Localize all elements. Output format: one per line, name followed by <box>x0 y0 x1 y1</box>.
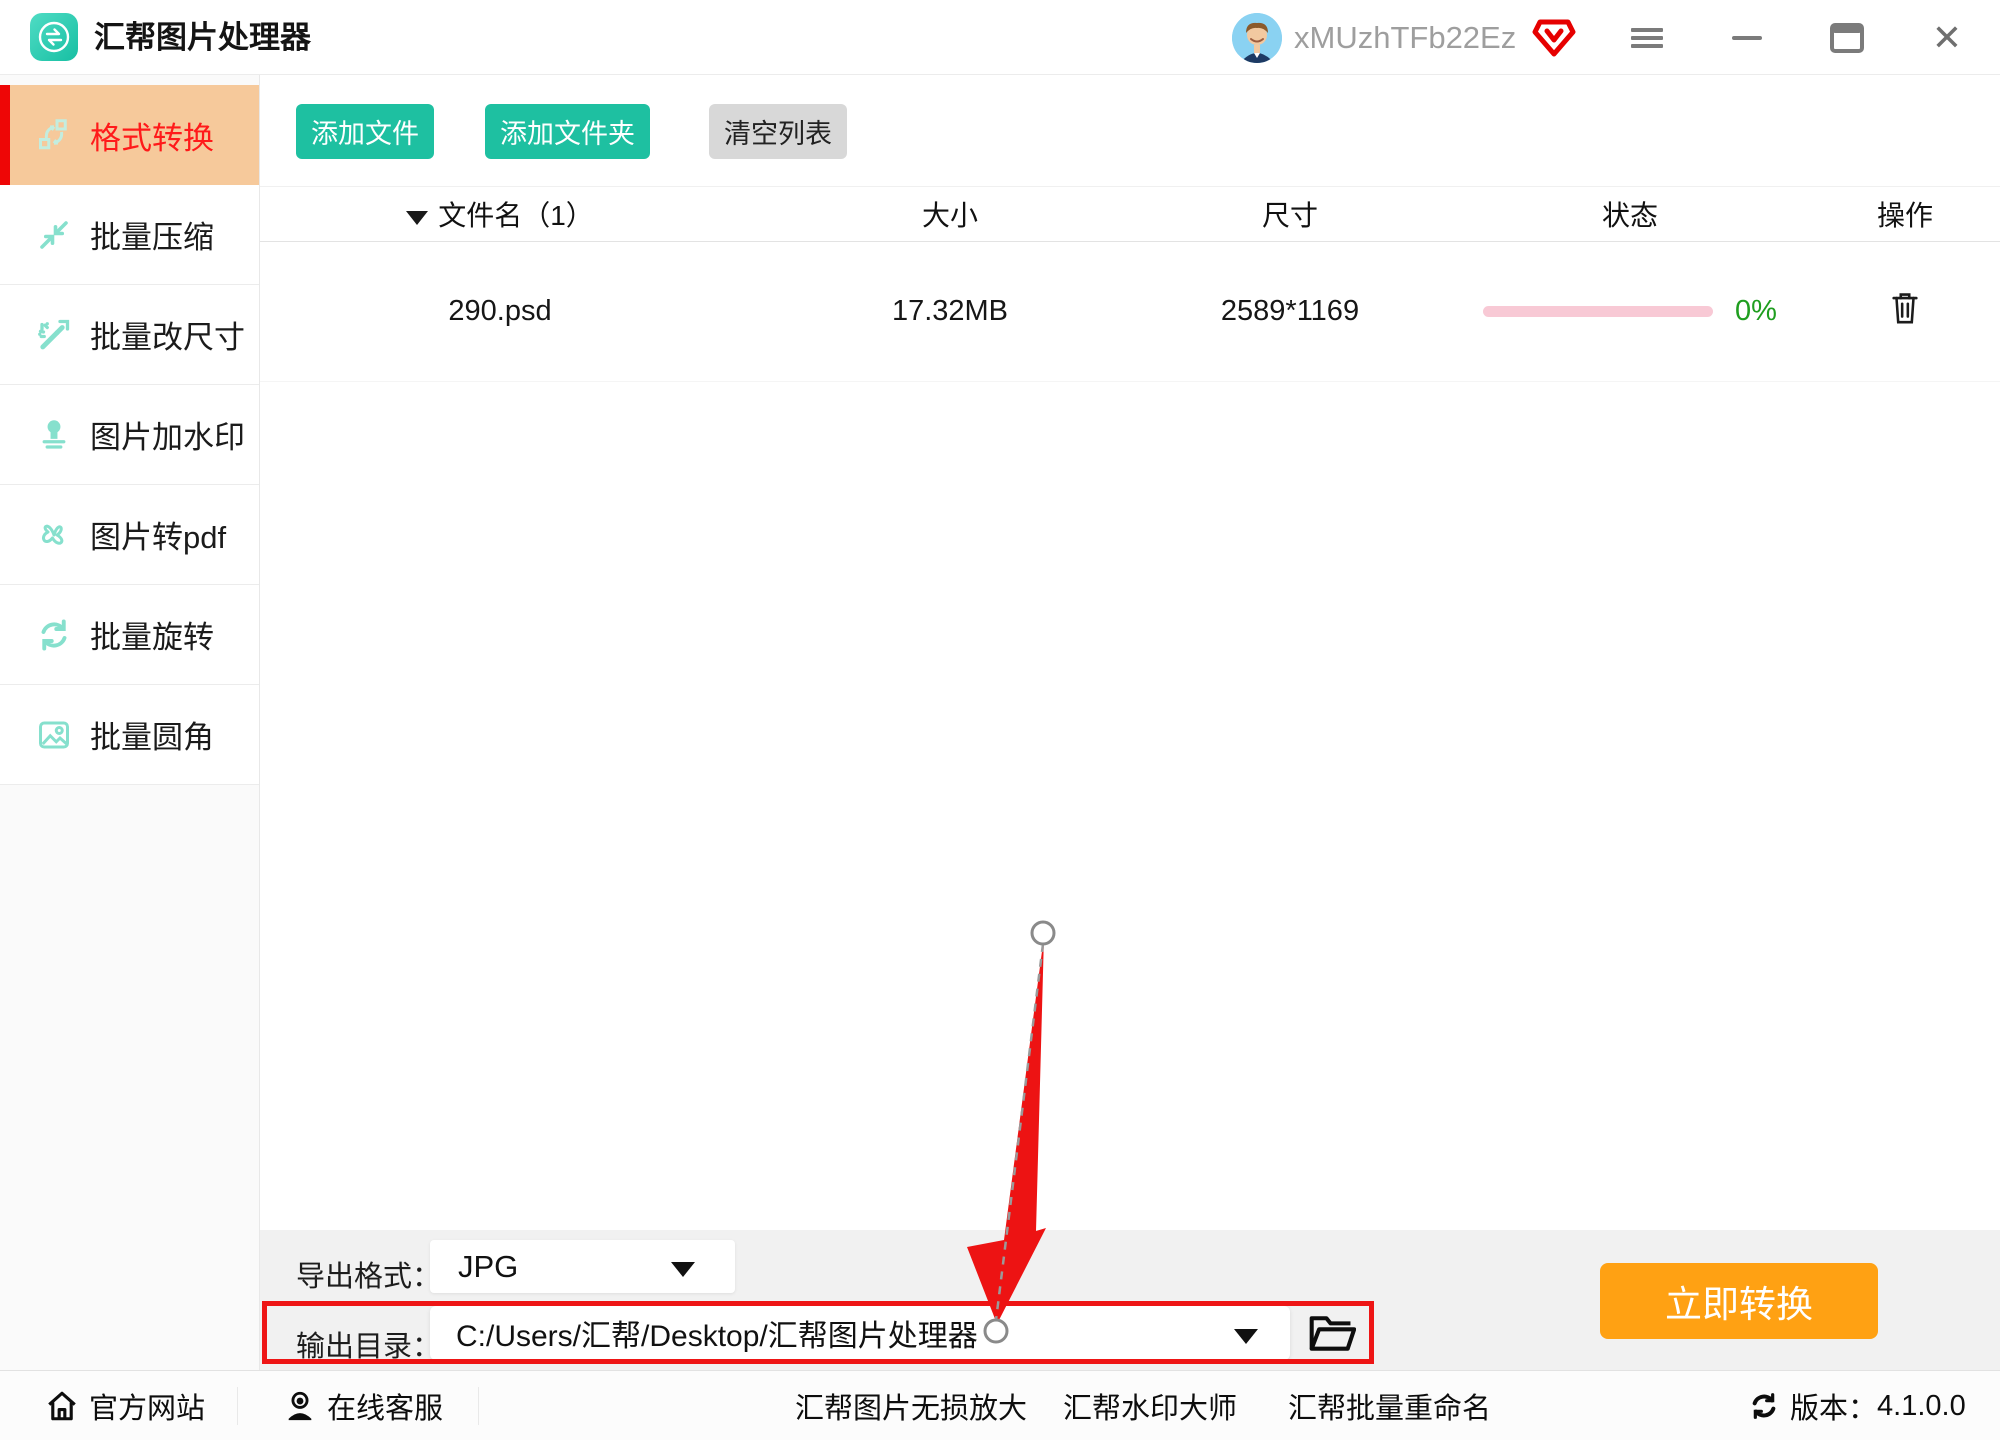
sidebar-item-label: 批量旋转 <box>90 612 214 657</box>
file-list-panel: 添加文件 添加文件夹 清空列表 文件名（1） 大小 尺寸 状态 操作 290.p… <box>260 75 2000 1230</box>
footer-link-lossless-enlarge[interactable]: 汇帮图片无损放大 <box>795 1371 1027 1440</box>
chevron-down-icon <box>1234 1329 1258 1344</box>
title-bar: 汇帮图片处理器 xMUzhTFb22Ez ✕ <box>0 0 2000 75</box>
official-website-link[interactable]: 官方网站 <box>45 1371 205 1440</box>
column-header-action: 操作 <box>1840 194 2000 234</box>
sidebar-item-batch-compress[interactable]: 批量压缩 <box>0 185 259 285</box>
chevron-down-icon <box>671 1262 695 1277</box>
table-header: 文件名（1） 大小 尺寸 状态 操作 <box>260 186 2000 242</box>
footer-link-watermark-master[interactable]: 汇帮水印大师 <box>1063 1371 1237 1440</box>
cell-status: 0% <box>1420 295 1840 328</box>
column-header-dimensions: 尺寸 <box>1160 194 1420 234</box>
trash-icon <box>1888 315 1922 330</box>
maximize-icon[interactable] <box>1812 0 1882 75</box>
sidebar-item-label: 图片加水印 <box>90 412 245 457</box>
progress-bar <box>1483 306 1713 317</box>
footer-link-batch-rename[interactable]: 汇帮批量重命名 <box>1288 1371 1491 1440</box>
table-row: 290.psd 17.32MB 2589*1169 0% <box>260 242 2000 382</box>
clear-list-button[interactable]: 清空列表 <box>709 104 847 159</box>
sidebar-item-format-convert[interactable]: 格式转换 <box>0 85 259 185</box>
folder-icon <box>1308 1341 1356 1356</box>
sidebar-item-image-to-pdf[interactable]: 图片转pdf <box>0 485 259 585</box>
column-header-size: 大小 <box>740 194 1160 234</box>
output-directory-label: 输出目录： <box>296 1323 441 1365</box>
vip-badge-icon[interactable] <box>1532 19 1576 62</box>
pdf-icon <box>36 517 72 553</box>
version-label: 版本： <box>1790 1385 1877 1427</box>
compress-icon <box>36 217 72 253</box>
online-service-link[interactable]: 在线客服 <box>283 1371 443 1440</box>
sidebar: 格式转换 批量压缩 批量改尺寸 图片加水印 <box>0 75 260 1370</box>
add-folder-button[interactable]: 添加文件夹 <box>485 104 650 159</box>
footer: 官方网站 在线客服 汇帮图片无损放大 汇帮水印大师 汇帮批量重命名 版本： 4.… <box>0 1370 2000 1440</box>
export-format-value: JPG <box>458 1249 518 1285</box>
column-header-status: 状态 <box>1420 194 1840 234</box>
export-format-select[interactable]: JPG <box>430 1240 735 1293</box>
app-logo-icon <box>30 13 78 61</box>
cell-dimensions: 2589*1169 <box>1160 295 1420 328</box>
rounded-image-icon <box>36 717 72 753</box>
sidebar-item-batch-rounded[interactable]: 批量圆角 <box>0 685 259 785</box>
format-convert-icon <box>36 117 72 153</box>
minimize-icon[interactable] <box>1712 0 1782 75</box>
sidebar-item-batch-rotate[interactable]: 批量旋转 <box>0 585 259 685</box>
rotate-icon <box>36 617 72 653</box>
output-directory-path: C:/Users/汇帮/Desktop/汇帮图片处理器 <box>456 1311 978 1355</box>
magic-wand-icon <box>36 317 72 353</box>
sidebar-item-label: 批量改尺寸 <box>90 312 245 357</box>
menu-icon[interactable] <box>1612 0 1682 75</box>
add-file-button[interactable]: 添加文件 <box>296 104 434 159</box>
app-title: 汇帮图片处理器 <box>94 0 311 75</box>
version-number: 4.1.0.0 <box>1877 1390 1966 1423</box>
sidebar-item-label: 批量压缩 <box>90 212 214 257</box>
customer-service-icon <box>283 1389 317 1423</box>
update-refresh-icon <box>1748 1390 1780 1422</box>
cell-action <box>1840 289 2000 335</box>
column-header-filename[interactable]: 文件名（1） <box>260 194 740 234</box>
cell-filename: 290.psd <box>260 295 740 328</box>
delete-row-button[interactable] <box>1888 289 1922 330</box>
sidebar-item-label: 图片转pdf <box>90 512 226 557</box>
sidebar-item-batch-resize[interactable]: 批量改尺寸 <box>0 285 259 385</box>
output-directory-select[interactable]: C:/Users/汇帮/Desktop/汇帮图片处理器 <box>430 1306 1290 1360</box>
cell-size: 17.32MB <box>740 295 1160 328</box>
export-format-label: 导出格式： <box>296 1253 441 1295</box>
convert-now-button[interactable]: 立即转换 <box>1600 1263 1878 1339</box>
home-icon <box>45 1389 79 1423</box>
close-icon[interactable]: ✕ <box>1912 0 1982 75</box>
version-info: 版本： 4.1.0.0 <box>1748 1371 1966 1440</box>
sidebar-item-watermark[interactable]: 图片加水印 <box>0 385 259 485</box>
username[interactable]: xMUzhTFb22Ez <box>1294 0 1516 75</box>
sort-caret-icon <box>406 211 428 225</box>
progress-percent: 0% <box>1735 295 1777 328</box>
stamp-icon <box>36 417 72 453</box>
sidebar-item-label: 格式转换 <box>90 113 214 158</box>
user-avatar[interactable] <box>1232 13 1282 63</box>
sidebar-item-label: 批量圆角 <box>90 712 214 757</box>
browse-folder-button[interactable] <box>1306 1312 1358 1356</box>
